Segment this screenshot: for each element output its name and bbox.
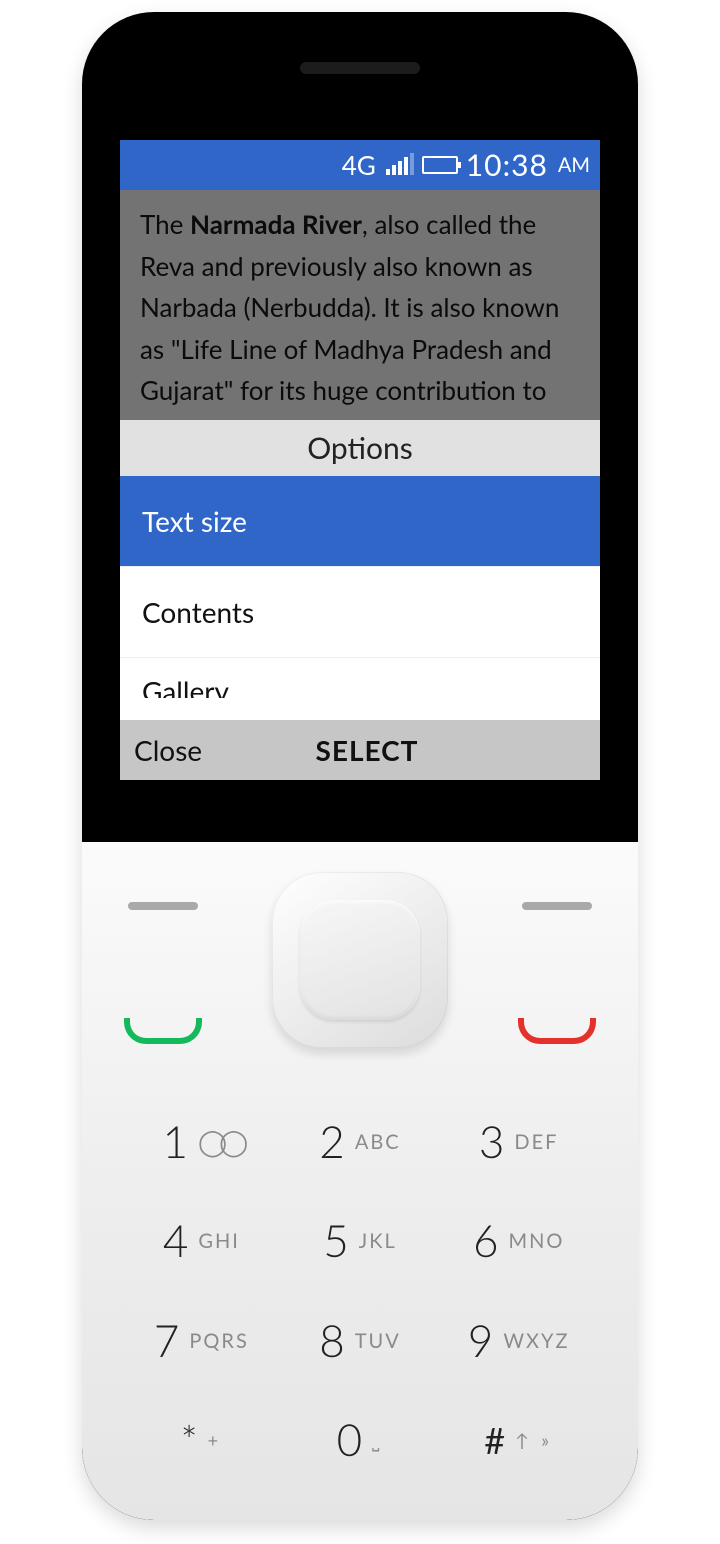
key-8[interactable]: 8 TUV xyxy=(281,1291,440,1391)
key-star[interactable]: * + xyxy=(122,1391,281,1491)
clock-ampm: AM xyxy=(558,153,590,177)
softkey-bar: Close SELECT xyxy=(120,720,600,780)
menu-item-text-size[interactable]: Text size xyxy=(120,476,600,567)
feature-phone-device: 4G 10:38 AM The Narmada River, also call… xyxy=(82,12,638,1520)
key-letters: ↑ » xyxy=(515,1429,553,1451)
key-letters: ⎵ xyxy=(372,1429,383,1452)
clock-time: 10:38 xyxy=(466,147,548,183)
key-2[interactable]: 2 ABC xyxy=(281,1092,440,1192)
key-1[interactable]: 1 ◯◯ xyxy=(122,1092,281,1192)
dpad-center-button[interactable] xyxy=(300,900,420,1020)
key-letters: DEF xyxy=(514,1130,558,1154)
menu-item-gallery[interactable]: Gallery xyxy=(120,658,600,698)
key-letters: JKL xyxy=(359,1229,397,1253)
end-call-button[interactable] xyxy=(518,1018,596,1044)
key-9[interactable]: 9 WXYZ xyxy=(439,1291,598,1391)
right-soft-button[interactable] xyxy=(522,902,592,910)
key-letters: MNO xyxy=(509,1229,565,1253)
key-5[interactable]: 5 JKL xyxy=(281,1192,440,1292)
key-hash[interactable]: # ↑ » xyxy=(439,1391,598,1491)
key-letters: ABC xyxy=(355,1130,401,1154)
key-digit: * xyxy=(181,1416,198,1464)
key-digit: 2 xyxy=(319,1116,345,1168)
key-letters: WXYZ xyxy=(503,1329,569,1353)
key-digit: 9 xyxy=(468,1315,494,1367)
left-soft-button[interactable] xyxy=(128,902,198,910)
voicemail-icon: ◯◯ xyxy=(198,1125,240,1158)
key-digit: 8 xyxy=(319,1315,345,1367)
key-letters: PQRS xyxy=(189,1329,248,1353)
key-digit: # xyxy=(484,1418,505,1462)
softkey-center[interactable]: SELECT xyxy=(289,733,444,767)
key-6[interactable]: 6 MNO xyxy=(439,1192,598,1292)
key-digit: 1 xyxy=(162,1116,188,1168)
softkey-left[interactable]: Close xyxy=(120,733,289,767)
earpiece-speaker xyxy=(300,62,420,74)
phone-body: 1 ◯◯ 2 ABC 3 DEF 4 GHI 5 JKL 6 MNO xyxy=(82,842,638,1520)
article-bold-term: Narmada River xyxy=(190,208,362,240)
options-menu-title: Options xyxy=(120,420,600,476)
dpad[interactable] xyxy=(272,872,448,1048)
key-digit: 5 xyxy=(323,1215,349,1267)
key-digit: 3 xyxy=(479,1116,505,1168)
network-label: 4G xyxy=(342,149,376,181)
options-menu-list: Text size Contents Gallery xyxy=(120,476,600,698)
key-3[interactable]: 3 DEF xyxy=(439,1092,598,1192)
key-4[interactable]: 4 GHI xyxy=(122,1192,281,1292)
key-digit: 4 xyxy=(163,1215,189,1267)
key-digit: 6 xyxy=(473,1215,499,1267)
key-letters: + xyxy=(208,1429,222,1451)
key-digit: 0 xyxy=(337,1414,363,1466)
call-button[interactable] xyxy=(124,1018,202,1044)
signal-icon xyxy=(386,155,414,175)
key-letters: GHI xyxy=(198,1229,239,1253)
status-bar: 4G 10:38 AM xyxy=(120,140,600,190)
key-letters: TUV xyxy=(355,1329,401,1353)
key-digit: 7 xyxy=(154,1315,180,1367)
key-0[interactable]: 0 ⎵ xyxy=(281,1391,440,1491)
article-body: The Narmada River, also called the Reva … xyxy=(120,190,600,420)
key-7[interactable]: 7 PQRS xyxy=(122,1291,281,1391)
screen: 4G 10:38 AM The Narmada River, also call… xyxy=(120,140,600,780)
numeric-keypad: 1 ◯◯ 2 ABC 3 DEF 4 GHI 5 JKL 6 MNO xyxy=(122,1092,598,1490)
article-text-prefix: The xyxy=(140,208,190,240)
menu-item-contents[interactable]: Contents xyxy=(120,567,600,658)
battery-icon xyxy=(422,156,458,174)
